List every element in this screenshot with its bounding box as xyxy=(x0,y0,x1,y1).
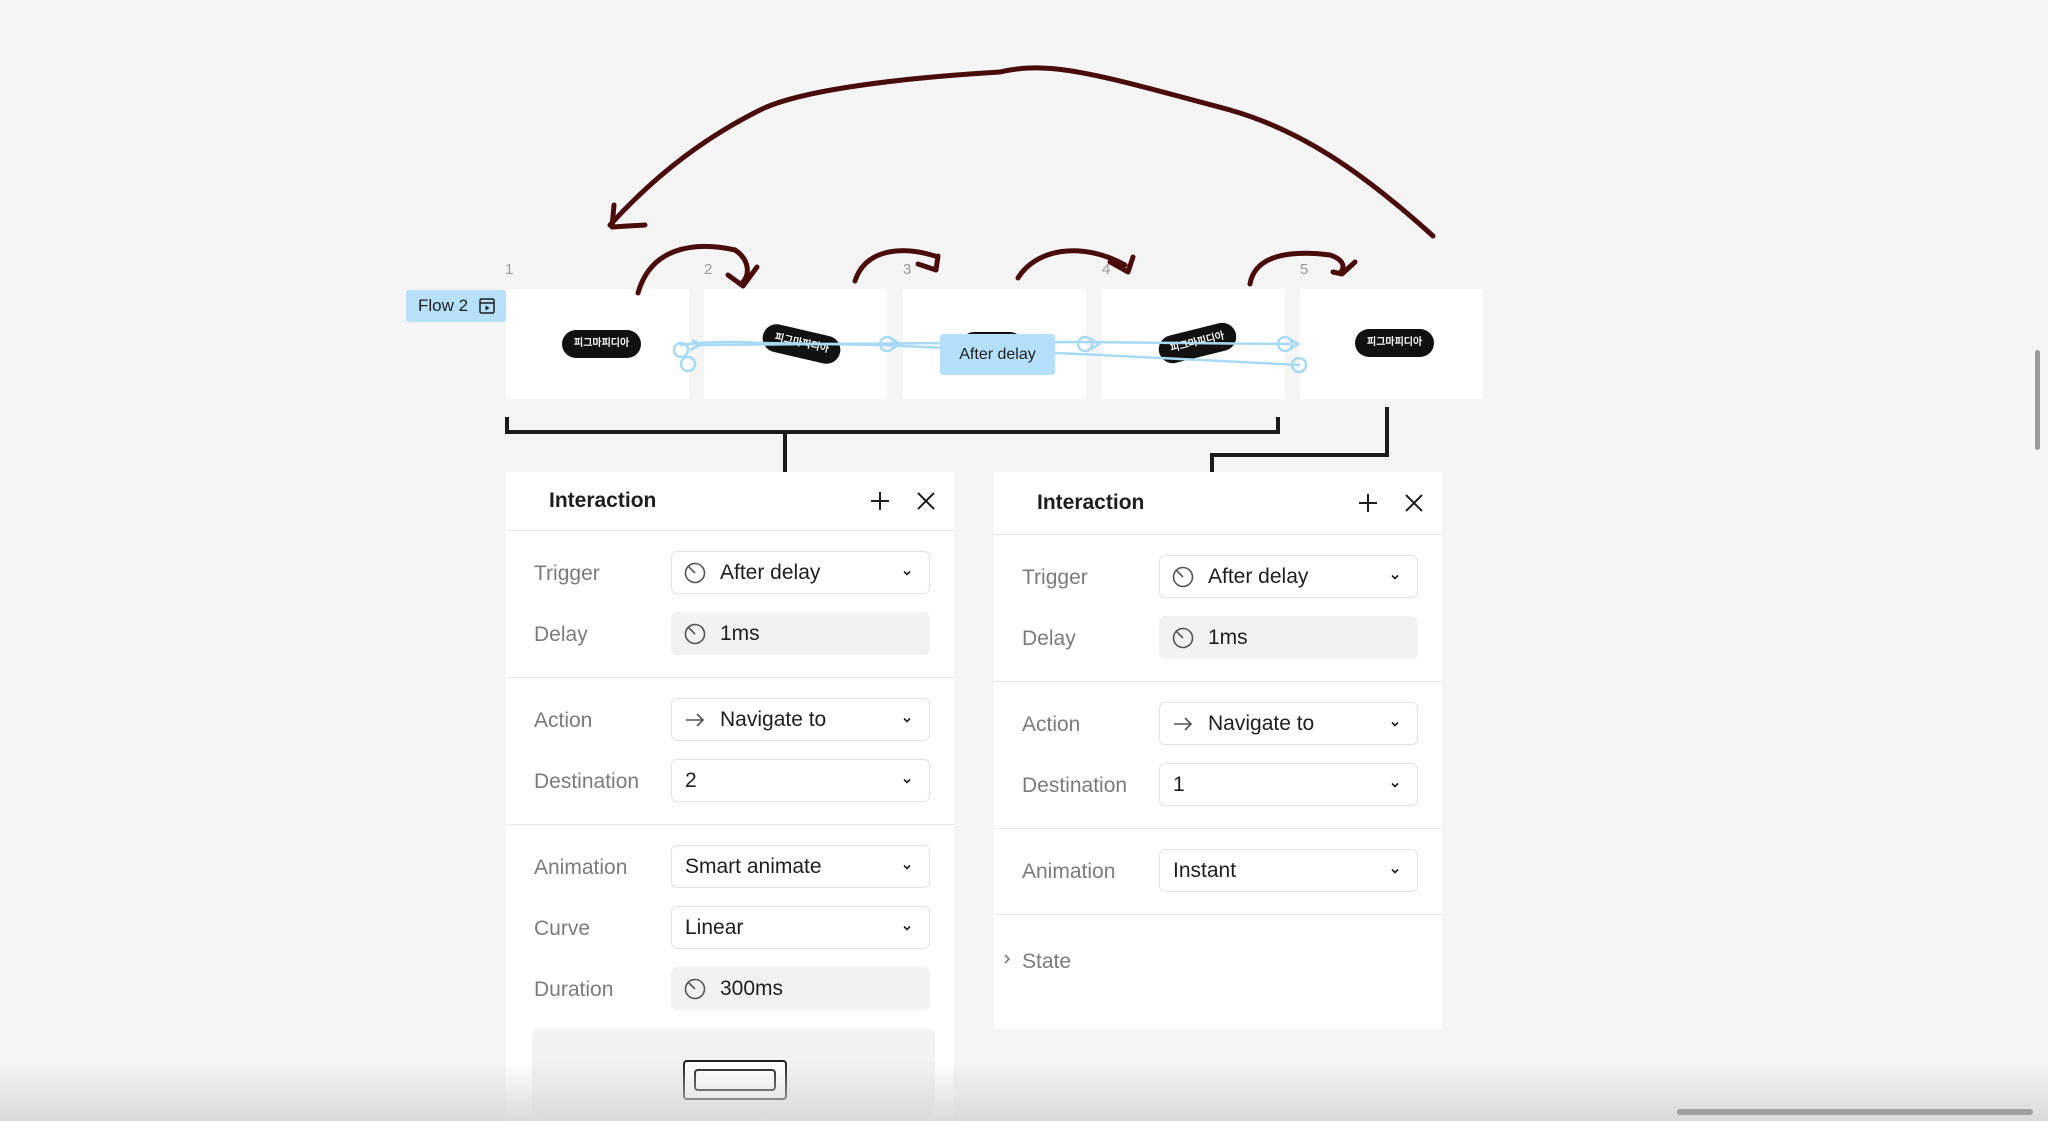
curve-value: Linear xyxy=(685,916,744,939)
flow-label: Flow 2 xyxy=(418,296,469,315)
flow-starting-point-tag[interactable]: Flow 2 xyxy=(406,290,506,322)
trigger-value: After delay xyxy=(720,561,821,584)
interaction-panel-left: Interaction Trigger After delay Delay 1m… xyxy=(506,472,954,1121)
state-section-toggle[interactable]: State xyxy=(994,915,1442,1009)
play-frame-icon[interactable] xyxy=(478,297,496,315)
panel-title: Interaction xyxy=(549,489,657,512)
action-value: Navigate to xyxy=(1208,712,1315,735)
connection-label[interactable]: After delay xyxy=(940,334,1055,375)
action-value: Navigate to xyxy=(720,708,827,731)
delay-value: 1ms xyxy=(720,622,760,645)
curve-label: Curve xyxy=(534,917,591,940)
frame-pill: 피그마피디아 xyxy=(562,330,642,358)
action-select[interactable]: Navigate to xyxy=(671,698,930,741)
chevron-down-icon xyxy=(1391,868,1399,874)
destination-select[interactable]: 2 xyxy=(671,759,930,802)
hand-drawn-arrows xyxy=(607,65,1436,296)
action-select[interactable]: Navigate to xyxy=(1159,702,1418,745)
frame-number: 3 xyxy=(903,261,912,278)
frame-1[interactable]: 피그마피디아 xyxy=(506,289,689,399)
action-label: Action xyxy=(534,709,593,732)
delay-input[interactable]: 1ms xyxy=(671,612,930,655)
interaction-panel-right: Interaction Trigger After delay Delay 1m… xyxy=(994,472,1442,1029)
trigger-label: Trigger xyxy=(534,562,600,585)
animation-label: Animation xyxy=(534,856,628,879)
action-label: Action xyxy=(1022,713,1081,736)
close-icon[interactable] xyxy=(1402,491,1426,515)
add-icon[interactable] xyxy=(1356,491,1380,515)
frame-5[interactable]: 피그마피디아 xyxy=(1300,289,1483,399)
frame-pill: 피그마피디아 xyxy=(1155,319,1240,367)
trigger-value: After delay xyxy=(1208,565,1309,588)
chevron-down-icon xyxy=(1391,574,1399,580)
frame-4[interactable]: 피그마피디아 xyxy=(1102,289,1285,399)
frame-pill: 피그마피디아 xyxy=(759,321,844,367)
trigger-label: Trigger xyxy=(1022,566,1088,589)
delay-input[interactable]: 1ms xyxy=(1159,616,1418,659)
animation-value: Smart animate xyxy=(685,855,822,878)
annotation-brackets xyxy=(505,407,1389,472)
frame-number: 4 xyxy=(1102,261,1111,278)
chevron-down-icon xyxy=(903,864,911,870)
destination-label: Destination xyxy=(1022,774,1128,797)
delay-value: 1ms xyxy=(1208,626,1248,649)
timer-icon xyxy=(1172,627,1194,649)
frame-number: 2 xyxy=(704,261,713,278)
trigger-select[interactable]: After delay xyxy=(671,551,930,594)
duration-value: 300ms xyxy=(720,977,784,1000)
timer-icon xyxy=(684,562,706,584)
chevron-right-icon xyxy=(1004,954,1011,964)
timer-icon xyxy=(684,623,706,645)
animation-select[interactable]: Smart animate xyxy=(671,845,930,888)
trigger-select[interactable]: After delay xyxy=(1159,555,1418,598)
animation-label: Animation xyxy=(1022,860,1116,883)
chevron-down-icon xyxy=(903,925,911,931)
destination-value: 2 xyxy=(685,769,697,792)
panel-title: Interaction xyxy=(1037,491,1145,514)
chevron-down-icon xyxy=(903,570,911,576)
curve-select[interactable]: Linear xyxy=(671,906,930,949)
panel-header: Interaction xyxy=(506,472,954,531)
animation-value: Instant xyxy=(1173,859,1237,882)
frame-pill: 피그마피디아 xyxy=(1355,329,1435,357)
animation-select[interactable]: Instant xyxy=(1159,849,1418,892)
add-icon[interactable] xyxy=(868,489,892,513)
timer-icon xyxy=(1172,566,1194,588)
arrow-right-icon xyxy=(686,713,705,727)
timer-icon xyxy=(684,978,706,1000)
chevron-down-icon xyxy=(903,717,911,723)
delay-label: Delay xyxy=(534,623,588,646)
state-label: State xyxy=(1022,950,1072,973)
close-icon[interactable] xyxy=(914,489,938,513)
destination-select[interactable]: 1 xyxy=(1159,763,1418,806)
duration-label: Duration xyxy=(534,978,614,1001)
chevron-down-icon xyxy=(1391,721,1399,727)
arrow-right-icon xyxy=(1174,717,1193,731)
delay-label: Delay xyxy=(1022,627,1076,650)
chevron-down-icon xyxy=(1391,782,1399,788)
horizontal-scrollbar[interactable] xyxy=(1677,1109,2033,1115)
duration-input[interactable]: 300ms xyxy=(671,967,930,1010)
chevron-down-icon xyxy=(903,778,911,784)
frame-number: 1 xyxy=(505,261,514,278)
destination-value: 1 xyxy=(1173,773,1185,796)
frame-2[interactable]: 피그마피디아 xyxy=(704,289,887,399)
panel-header: Interaction xyxy=(994,472,1442,535)
destination-label: Destination xyxy=(534,770,640,793)
frame-number: 5 xyxy=(1300,261,1309,278)
vertical-scrollbar[interactable] xyxy=(2035,350,2040,450)
